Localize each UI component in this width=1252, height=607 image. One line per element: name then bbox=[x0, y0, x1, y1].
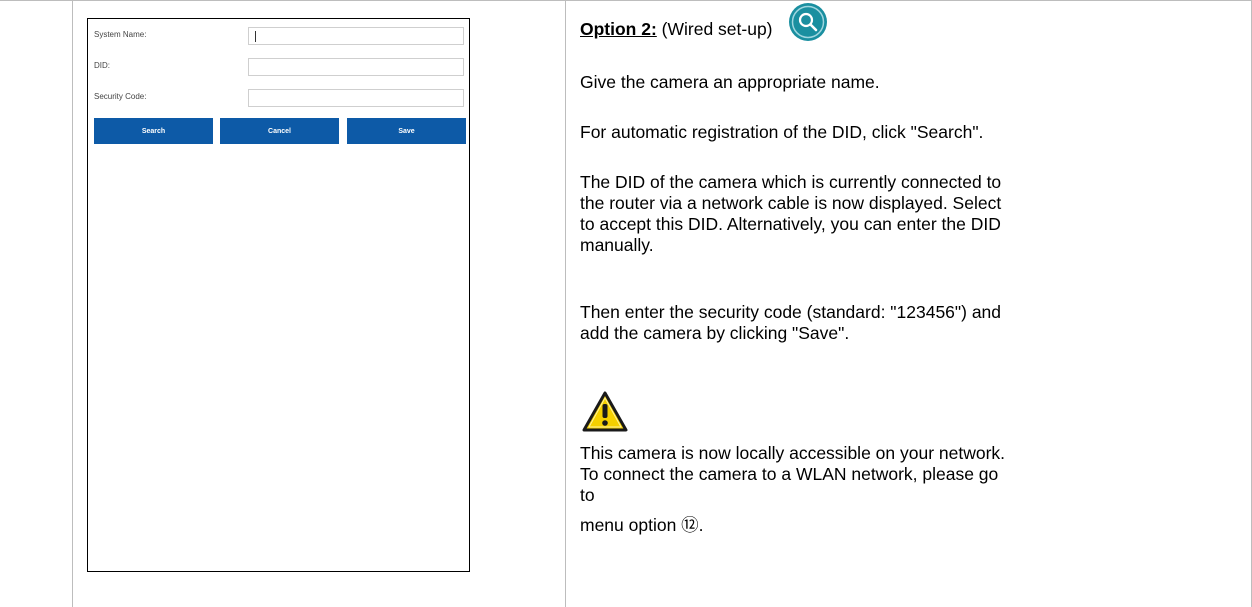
did-label: DID: bbox=[94, 61, 110, 70]
paragraph-name: Give the camera an appropriate name. bbox=[580, 72, 880, 92]
paragraph-warning: This camera is now locally accessible on… bbox=[580, 443, 1006, 535]
table-column-divider bbox=[565, 0, 566, 607]
security-code-input[interactable] bbox=[248, 89, 464, 107]
system-name-input[interactable] bbox=[248, 27, 464, 45]
table-top-border bbox=[0, 0, 1252, 1]
did-input[interactable] bbox=[248, 58, 464, 76]
security-code-row: Security Code: bbox=[94, 89, 466, 107]
security-code-label: Security Code: bbox=[94, 92, 147, 101]
save-button[interactable]: Save bbox=[347, 118, 466, 144]
table-column-divider bbox=[72, 0, 73, 607]
text-cursor bbox=[255, 31, 256, 42]
search-button[interactable]: Search bbox=[94, 118, 213, 144]
paragraph-search: For automatic registration of the DID, c… bbox=[580, 122, 984, 142]
system-name-row: System Name: bbox=[94, 27, 466, 45]
system-name-label: System Name: bbox=[94, 30, 147, 39]
option-heading: Option 2: (Wired set-up) bbox=[580, 19, 773, 39]
did-row: DID: bbox=[94, 58, 466, 76]
app-screenshot: System Name: DID: Security Code: Search … bbox=[87, 18, 470, 572]
paragraph-did: The DID of the camera which is currently… bbox=[580, 172, 1002, 255]
warning-icon bbox=[582, 391, 628, 432]
cancel-button[interactable]: Cancel bbox=[220, 118, 339, 144]
paragraph-security: Then enter the security code (standard: … bbox=[580, 302, 1002, 343]
search-icon bbox=[789, 3, 827, 41]
